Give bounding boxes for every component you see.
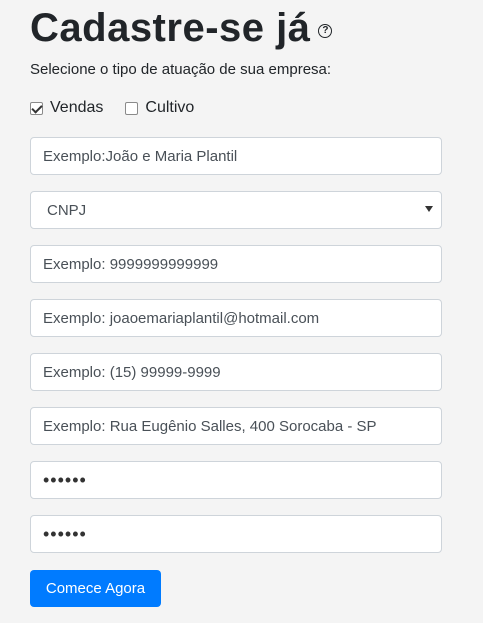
- signup-form-page: Cadastre-se já ? Selecione o tipo de atu…: [0, 0, 483, 623]
- password-mask: ••••••: [43, 523, 87, 544]
- checkbox-cultivo[interactable]: Cultivo: [125, 99, 194, 117]
- help-icon[interactable]: ?: [318, 24, 333, 38]
- checkbox-label: Vendas: [50, 99, 104, 116]
- input-placeholder: Exemplo:João e Maria Plantil: [43, 147, 238, 165]
- checkbox-label: Cultivo: [145, 99, 195, 116]
- password-confirm-input[interactable]: ••••••: [30, 515, 442, 553]
- checkbox-checked-icon[interactable]: [30, 101, 43, 115]
- input-placeholder: Exemplo: joaoemariaplantil@hotmail.com: [43, 309, 320, 327]
- input-placeholder: Exemplo: 9999999999999: [43, 255, 219, 273]
- business-type-checkboxes: Vendas Cultivo: [30, 99, 194, 117]
- checkbox-unchecked-icon[interactable]: [125, 101, 139, 115]
- document-number-input[interactable]: Exemplo: 9999999999999: [30, 245, 442, 283]
- document-type-select[interactable]: CNPJ: [30, 191, 442, 229]
- password-mask: ••••••: [43, 469, 87, 490]
- title-row: Cadastre-se já ?: [30, 2, 333, 54]
- business-type-prompt: Selecione o tipo de atuação de sua empre…: [30, 61, 332, 78]
- phone-input[interactable]: Exemplo: (15) 99999-9999: [30, 353, 442, 391]
- page-title: Cadastre-se já: [30, 6, 311, 50]
- select-value: CNPJ: [47, 201, 87, 219]
- password-input[interactable]: ••••••: [30, 461, 442, 499]
- input-placeholder: Exemplo: (15) 99999-9999: [43, 363, 221, 381]
- caret-down-icon: [425, 206, 433, 212]
- checkbox-vendas[interactable]: Vendas: [30, 99, 103, 117]
- address-input[interactable]: Exemplo: Rua Eugênio Salles, 400 Sorocab…: [30, 407, 442, 445]
- company-name-input[interactable]: Exemplo:João e Maria Plantil: [30, 137, 442, 175]
- input-placeholder: Exemplo: Rua Eugênio Salles, 400 Sorocab…: [43, 417, 377, 435]
- email-input[interactable]: Exemplo: joaoemariaplantil@hotmail.com: [30, 299, 442, 337]
- submit-button[interactable]: Comece Agora: [30, 570, 161, 607]
